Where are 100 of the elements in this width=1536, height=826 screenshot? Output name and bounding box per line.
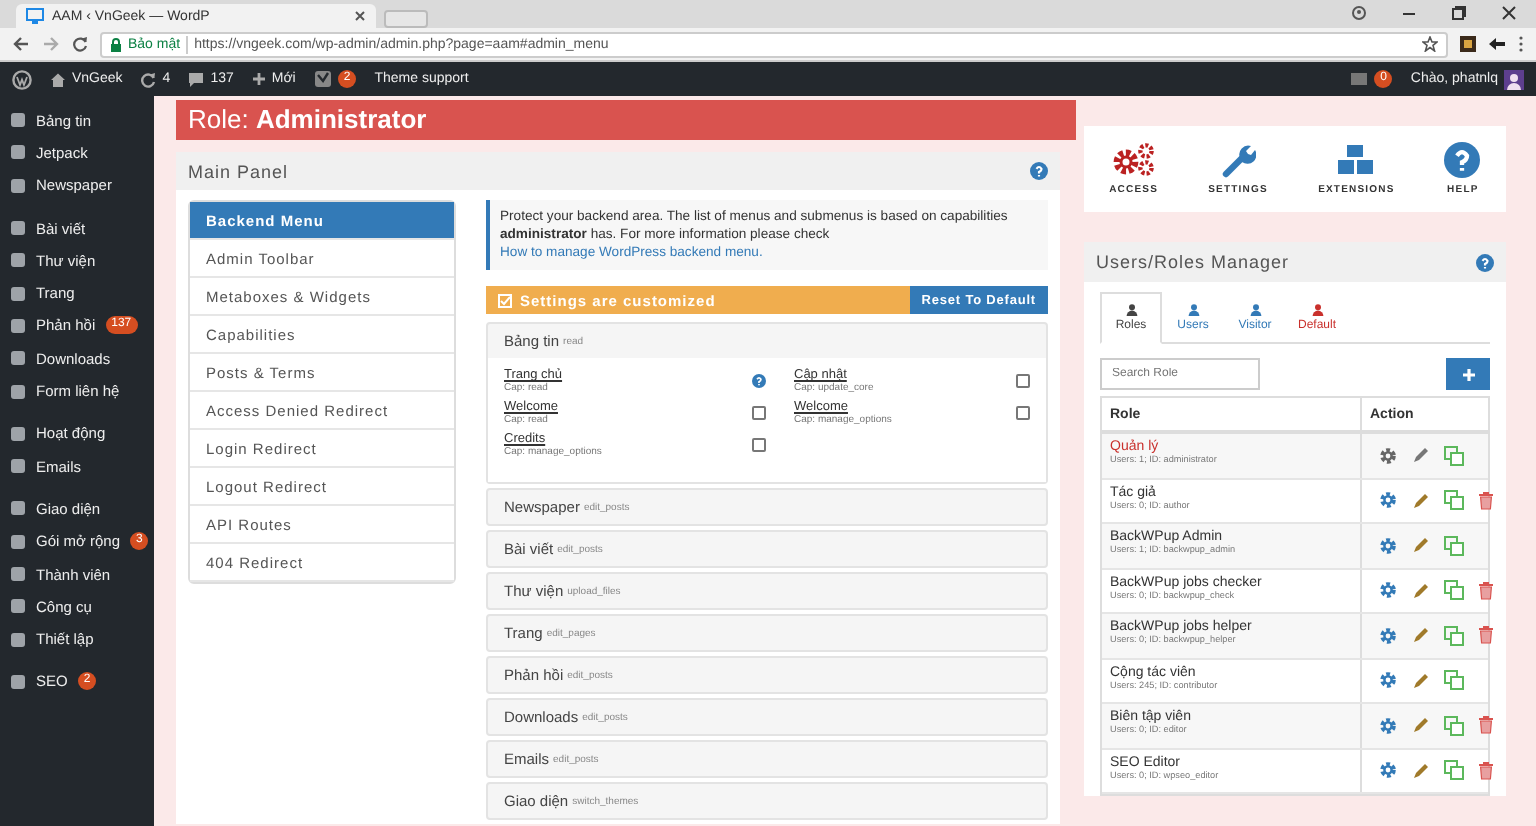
gear-icon [1378,715,1398,736]
home-icon[interactable] [50,71,66,87]
clone-button[interactable] [1444,580,1464,601]
menu-square-icon [10,285,26,302]
gear-button[interactable] [1378,490,1398,511]
close-icon[interactable] [1502,5,1516,19]
pencil-icon [1412,446,1430,465]
avatar-icon[interactable] [1504,69,1524,89]
person-icon [1311,303,1323,315]
menu-square-icon [10,500,26,517]
clone-button[interactable] [1444,760,1464,781]
pencil-icon [1412,491,1430,510]
gear-button[interactable] [1378,580,1398,601]
profile-icon[interactable] [1352,5,1366,19]
chat-icon[interactable] [1350,71,1369,87]
wrench-icon [1220,142,1257,178]
checkbox[interactable] [1015,374,1029,388]
gear-button[interactable] [1378,445,1398,466]
edit-button[interactable] [1412,626,1430,645]
pencil-icon [1412,626,1430,645]
pencil-icon [1412,716,1430,735]
delete-button[interactable] [1478,626,1494,645]
restore-icon[interactable] [1452,5,1466,19]
edit-button[interactable] [1412,671,1430,690]
checkbox[interactable] [752,406,766,420]
panel-title: Main Panel [188,161,289,181]
copy-icon [1444,535,1464,556]
checkbox[interactable] [752,438,766,452]
gear-icon [1378,490,1398,511]
pencil-icon [1412,761,1430,780]
trash-icon [1478,626,1494,645]
menu-square-icon [10,252,26,269]
clone-button[interactable] [1444,490,1464,511]
person-icon [1187,303,1199,315]
edit-button[interactable] [1412,446,1430,465]
gear-icon [1378,580,1398,601]
menu-square-icon [10,673,26,690]
clone-button[interactable] [1444,670,1464,691]
gear-icon [1378,760,1398,781]
edit-button[interactable] [1412,491,1430,510]
copy-icon [1444,490,1464,511]
copy-icon [1444,580,1464,601]
menu-square-icon [10,112,26,129]
monitor-icon [26,8,44,24]
edit-button[interactable] [1412,581,1430,600]
reload-icon[interactable] [72,36,88,52]
help-icon[interactable] [1476,253,1494,271]
more-menu-icon[interactable] [1518,36,1524,52]
menu-square-icon [10,458,26,475]
star-icon[interactable] [1422,36,1438,52]
gears-icon [1111,142,1156,178]
wordpress-logo-icon[interactable] [12,69,32,89]
menu-square-icon [10,220,26,237]
clone-button[interactable] [1444,715,1464,736]
help-icon[interactable] [752,374,766,388]
menu-square-icon [10,631,26,648]
edit-button[interactable] [1412,716,1430,735]
menu-square-icon [10,317,26,334]
delete-button[interactable] [1478,581,1494,600]
gear-button[interactable] [1378,625,1398,646]
copy-icon [1444,715,1464,736]
help-icon[interactable] [1030,162,1048,180]
cubes-icon [1334,142,1379,178]
add-role-button[interactable] [1446,358,1490,390]
help-icon [1444,142,1481,178]
gear-button[interactable] [1378,760,1398,781]
gear-button[interactable] [1378,715,1398,736]
edit-button[interactable] [1412,536,1430,555]
trash-icon [1478,761,1494,780]
trash-icon [1478,716,1494,735]
checkbox-icon [498,293,512,307]
copy-icon [1444,760,1464,781]
comment-icon[interactable] [188,71,205,87]
plus-icon[interactable] [251,72,266,86]
menu-square-icon [10,425,26,442]
menu-square-icon [10,598,26,615]
menu-square-icon [10,177,26,194]
clone-button[interactable] [1444,445,1464,466]
checkbox[interactable] [1015,406,1029,420]
menu-square-icon [10,533,26,550]
delete-button[interactable] [1478,491,1494,510]
gear-button[interactable] [1378,670,1398,691]
trash-icon [1478,581,1494,600]
delete-button[interactable] [1478,761,1494,780]
close-icon[interactable] [354,10,366,22]
clone-button[interactable] [1444,625,1464,646]
gear-button[interactable] [1378,535,1398,556]
refresh-icon[interactable] [140,71,157,87]
edit-button[interactable] [1412,761,1430,780]
copy-icon [1444,445,1464,466]
back-arrow-icon[interactable] [12,36,30,52]
delete-button[interactable] [1478,716,1494,735]
trash-icon [1478,491,1494,510]
menu-square-icon [10,144,26,161]
plugin-logo-icon[interactable] [313,70,332,88]
clone-button[interactable] [1444,535,1464,556]
role-title: Role: Administrator [176,100,1076,140]
pencil-icon [1412,671,1430,690]
plus-icon [1461,367,1475,381]
gear-icon [1378,535,1398,556]
